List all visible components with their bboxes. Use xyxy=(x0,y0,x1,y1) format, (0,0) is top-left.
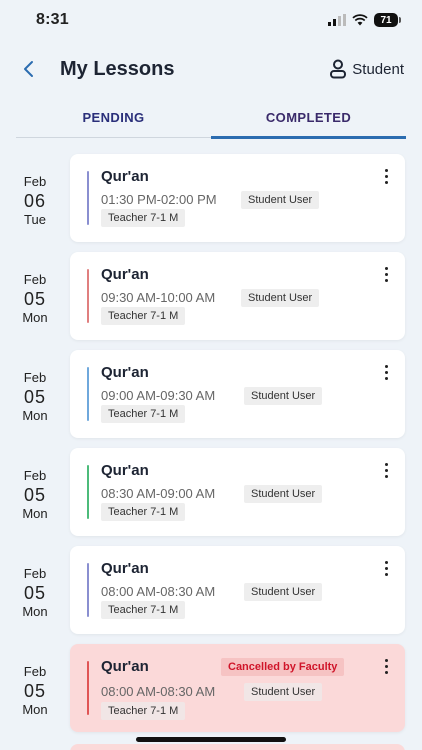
lesson-accent-bar xyxy=(87,563,89,617)
lesson-time: 08:00 AM-08:30 AM xyxy=(101,584,216,599)
lesson-card[interactable]: Qur'an 08:00 AM-08:30 AM Student User Te… xyxy=(70,546,405,634)
lesson-row: Feb 05 Mon Qur'an 09:00 AM-09:30 AM Stud… xyxy=(0,350,422,448)
more-options-icon[interactable] xyxy=(381,365,391,383)
lesson-card[interactable]: Qur'an 09:00 AM-09:30 AM Student User Te… xyxy=(70,350,405,438)
lesson-card[interactable]: Qur'an Cancelled by Faculty 08:00 AM-08:… xyxy=(70,644,405,732)
lesson-subject: Qur'an xyxy=(101,658,149,675)
back-button[interactable] xyxy=(22,57,42,81)
more-options-icon[interactable] xyxy=(381,659,391,677)
lesson-accent-bar xyxy=(87,171,89,225)
date-day: 06 xyxy=(23,191,47,211)
date-month: Feb xyxy=(23,272,47,287)
teacher-chip: Teacher 7-1 M xyxy=(101,702,186,720)
date-month: Feb xyxy=(23,468,47,483)
more-options-icon[interactable] xyxy=(381,561,391,579)
role-switcher[interactable]: Student xyxy=(329,59,404,79)
date-weekday: Mon xyxy=(22,702,48,717)
lesson-time: 08:00 AM-08:30 AM xyxy=(101,684,216,699)
date-month: Feb xyxy=(23,566,47,581)
date-weekday: Mon xyxy=(22,408,48,423)
status-icons: 71 xyxy=(328,13,401,27)
lesson-time: 09:30 AM-10:00 AM xyxy=(101,290,216,305)
student-chip: Student User xyxy=(241,191,320,209)
date-weekday: Tue xyxy=(24,212,46,227)
lesson-tabs: PENDING COMPLETED xyxy=(16,100,406,139)
lesson-time: 09:00 AM-09:30 AM xyxy=(101,388,216,403)
lesson-card[interactable]: Qur'an 08:30 AM-09:00 AM Student User Te… xyxy=(70,448,405,536)
lesson-date: Feb 05 Mon xyxy=(10,664,60,718)
date-month: Feb xyxy=(23,664,47,679)
date-day: 05 xyxy=(23,289,47,309)
date-day: 05 xyxy=(23,681,47,701)
teacher-chip: Teacher 7-1 M xyxy=(101,503,186,521)
lesson-accent-bar xyxy=(87,465,89,519)
status-time: 8:31 xyxy=(36,11,69,28)
wifi-icon xyxy=(352,14,368,26)
signal-icon xyxy=(328,14,346,26)
battery-indicator: 71 xyxy=(374,13,401,27)
date-month: Feb xyxy=(23,370,47,385)
lesson-row: Feb 05 Mon Qur'an Cancelled by Faculty 0… xyxy=(0,644,422,742)
tab-completed[interactable]: COMPLETED xyxy=(211,100,406,139)
tab-pending[interactable]: PENDING xyxy=(16,100,211,137)
user-icon xyxy=(330,59,347,79)
lesson-accent-bar xyxy=(87,661,89,715)
more-options-icon[interactable] xyxy=(381,267,391,285)
teacher-chip: Teacher 7-1 M xyxy=(101,209,186,227)
date-weekday: Mon xyxy=(22,310,48,325)
date-day: 05 xyxy=(23,387,47,407)
status-bar: 8:31 71 xyxy=(0,0,422,40)
app-header: My Lessons Student xyxy=(0,44,422,94)
lesson-row: Feb 05 Mon Qur'an 09:30 AM-10:00 AM Stud… xyxy=(0,252,422,350)
more-options-icon[interactable] xyxy=(381,169,391,187)
lesson-date: Feb 06 Tue xyxy=(10,174,60,228)
date-weekday: Mon xyxy=(22,604,48,619)
lesson-date: Feb 05 Mon xyxy=(10,272,60,326)
lesson-time: 01:30 PM-02:00 PM xyxy=(101,192,217,207)
student-chip: Student User xyxy=(244,387,323,405)
lesson-subject: Qur'an xyxy=(101,560,149,577)
lesson-card[interactable]: Qur'an 09:30 AM-10:00 AM Student User Te… xyxy=(70,252,405,340)
cancelled-badge: Cancelled by Faculty xyxy=(221,658,345,676)
date-day: 05 xyxy=(23,583,47,603)
lesson-list: Feb 06 Tue Qur'an 01:30 PM-02:00 PM Stud… xyxy=(0,154,422,742)
lesson-accent-bar xyxy=(87,269,89,323)
lesson-accent-bar xyxy=(87,367,89,421)
lesson-row: Feb 05 Mon Qur'an 08:00 AM-08:30 AM Stud… xyxy=(0,546,422,644)
lesson-date: Feb 05 Mon xyxy=(10,370,60,424)
lesson-date: Feb 05 Mon xyxy=(10,468,60,522)
date-day: 05 xyxy=(23,485,47,505)
lesson-card[interactable]: Qur'an 01:30 PM-02:00 PM Student User Te… xyxy=(70,154,405,242)
page-title: My Lessons xyxy=(60,57,175,80)
next-lesson-card-peek xyxy=(70,744,405,750)
lesson-subject: Qur'an xyxy=(101,168,149,185)
student-chip: Student User xyxy=(241,289,320,307)
home-indicator xyxy=(136,737,286,742)
lesson-subject: Qur'an xyxy=(101,462,149,479)
more-options-icon[interactable] xyxy=(381,463,391,481)
lesson-subject: Qur'an xyxy=(101,266,149,283)
student-chip: Student User xyxy=(244,485,323,503)
teacher-chip: Teacher 7-1 M xyxy=(101,405,186,423)
role-label: Student xyxy=(352,60,404,78)
student-chip: Student User xyxy=(244,583,323,601)
lesson-subject: Qur'an xyxy=(101,364,149,381)
chevron-left-icon xyxy=(24,61,33,77)
lesson-row: Feb 06 Tue Qur'an 01:30 PM-02:00 PM Stud… xyxy=(0,154,422,252)
date-month: Feb xyxy=(23,174,47,189)
lesson-time: 08:30 AM-09:00 AM xyxy=(101,486,216,501)
lesson-date: Feb 05 Mon xyxy=(10,566,60,620)
student-chip: Student User xyxy=(244,683,323,701)
date-weekday: Mon xyxy=(22,506,48,521)
teacher-chip: Teacher 7-1 M xyxy=(101,307,186,325)
teacher-chip: Teacher 7-1 M xyxy=(101,601,186,619)
lesson-row: Feb 05 Mon Qur'an 08:30 AM-09:00 AM Stud… xyxy=(0,448,422,546)
